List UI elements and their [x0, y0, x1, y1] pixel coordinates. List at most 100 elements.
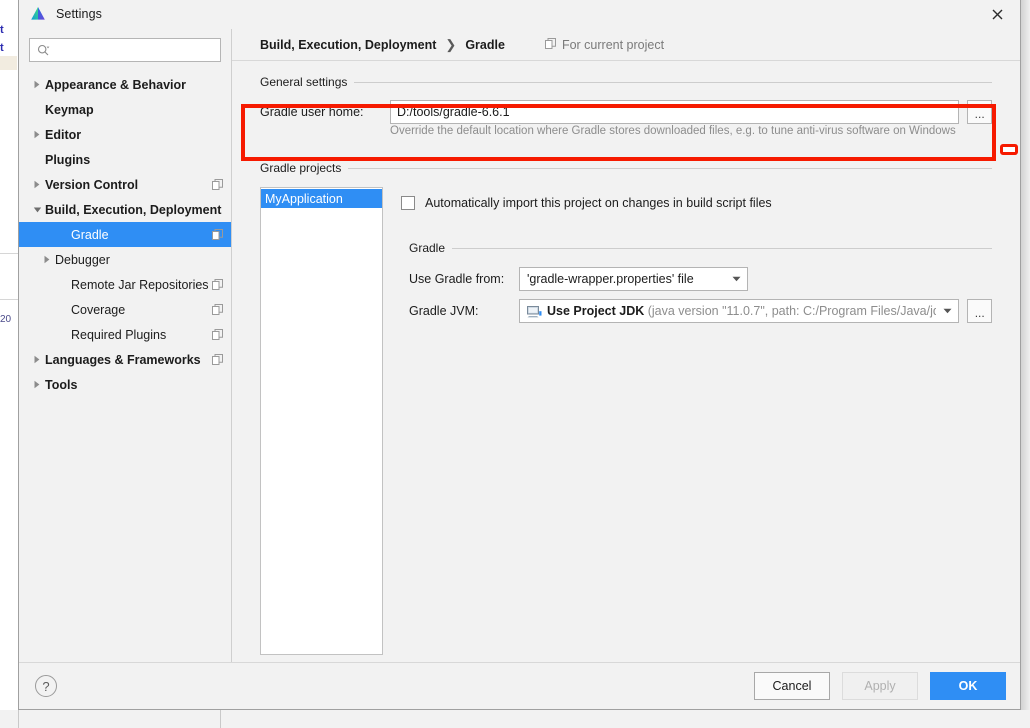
backdrop-bottom-bar: [0, 710, 1030, 728]
general-settings-group: General settings Gradle user home: ... O…: [260, 73, 992, 137]
chevron-right-icon[interactable]: [29, 130, 45, 139]
gradle-sub-group-title: Gradle: [409, 241, 446, 255]
dialog-titlebar: Settings: [19, 0, 1020, 29]
copy-settings-icon: [212, 354, 223, 365]
settings-content: Build, Execution, Deployment ❯ Gradle Fo…: [232, 29, 1020, 662]
sidebar-item-label: Languages & Frameworks: [45, 352, 201, 367]
cancel-button[interactable]: Cancel: [754, 672, 830, 700]
use-gradle-from-value: 'gradle-wrapper.properties' file: [527, 272, 694, 286]
copy-settings-icon: [212, 329, 223, 340]
backdrop-divider: [0, 299, 18, 300]
list-item[interactable]: MyApplication: [261, 189, 382, 208]
sidebar-item-label: Build, Execution, Deployment: [45, 202, 222, 217]
chevron-right-icon[interactable]: [29, 80, 45, 89]
gradle-jvm-row: Gradle JVM: Use Project JDK (java versio…: [401, 295, 992, 327]
group-divider: [452, 247, 992, 249]
sidebar-item-editor[interactable]: Editor: [19, 122, 231, 147]
sidebar-item-label: Keymap: [45, 102, 94, 117]
gradle-project-detail: Automatically import this project on cha…: [401, 187, 992, 655]
use-gradle-from-combobox[interactable]: 'gradle-wrapper.properties' file: [519, 267, 748, 291]
dialog-footer: ? Cancel Apply OK: [19, 662, 1020, 709]
sidebar-item-label: Plugins: [45, 152, 91, 167]
copy-settings-icon: [212, 304, 223, 315]
copy-settings-icon: [212, 229, 223, 240]
gradle-user-home-input[interactable]: [390, 100, 960, 124]
sidebar-item-tools[interactable]: Tools: [19, 372, 231, 397]
sidebar-item-coverage[interactable]: Coverage: [19, 297, 231, 322]
gradle-user-home-hint: Override the default location where Grad…: [390, 125, 956, 137]
breadcrumb: Build, Execution, Deployment ❯ Gradle Fo…: [232, 29, 1020, 61]
gradle-jvm-value: Use Project JDK: [547, 304, 645, 318]
gradle-projects-title: Gradle projects: [260, 161, 342, 175]
sidebar-item-keymap[interactable]: Keymap: [19, 97, 231, 122]
settings-sidebar: Appearance & Behavior Keymap Editor Plugins…: [19, 29, 232, 662]
sidebar-item-label: Version Control: [45, 177, 139, 192]
ok-button[interactable]: OK: [930, 672, 1006, 700]
backdrop-editor-strip: [0, 0, 18, 728]
jdk-icon: [527, 305, 542, 318]
search-container: [19, 29, 231, 70]
sidebar-item-appearance-behavior[interactable]: Appearance & Behavior: [19, 72, 231, 97]
backdrop-bottom-divider: [220, 710, 221, 728]
copy-settings-icon: [212, 179, 223, 190]
chevron-right-icon[interactable]: [29, 380, 45, 389]
backdrop-right-scrollbar[interactable]: [1021, 0, 1030, 728]
sidebar-item-plugins[interactable]: Plugins: [19, 147, 231, 172]
gradle-jvm-browse-button[interactable]: ...: [967, 299, 992, 323]
sidebar-item-label: Coverage: [71, 302, 126, 317]
chevron-right-icon[interactable]: [39, 255, 55, 264]
chevron-right-icon[interactable]: [29, 355, 45, 364]
breadcrumb-part-root[interactable]: Build, Execution, Deployment: [260, 38, 436, 52]
apply-button[interactable]: Apply: [842, 672, 918, 700]
gradle-sub-group-header: Gradle: [401, 239, 992, 257]
search-input[interactable]: [50, 43, 220, 57]
gradle-jvm-value-wrap: Use Project JDK (java version "11.0.7", …: [547, 304, 936, 318]
gradle-projects-area: MyApplication Automatically import this …: [260, 187, 992, 655]
sidebar-item-label: Appearance & Behavior: [45, 77, 187, 92]
sidebar-item-label: Editor: [45, 127, 82, 142]
gradle-user-home-label: Gradle user home:: [260, 105, 364, 119]
chevron-down-icon[interactable]: [29, 206, 45, 214]
sidebar-item-gradle[interactable]: Gradle: [19, 222, 231, 247]
chevron-down-icon: [936, 300, 958, 322]
sidebar-item-build-execution-deployment[interactable]: Build, Execution, Deployment: [19, 197, 231, 222]
sidebar-item-languages-frameworks[interactable]: Languages & Frameworks: [19, 347, 231, 372]
sidebar-item-label: Required Plugins: [71, 327, 167, 342]
gradle-projects-header: Gradle projects: [260, 159, 992, 177]
for-current-project-text: For current project: [561, 37, 665, 52]
copy-settings-icon: [212, 279, 223, 290]
sidebar-item-label: Tools: [45, 377, 78, 392]
sidebar-item-label: Gradle: [71, 227, 109, 242]
gradle-sub-group: Gradle Use Gradle from: 'gradle-wrapper.…: [401, 239, 992, 327]
use-gradle-from-label: Use Gradle from:: [409, 272, 505, 286]
sidebar-item-remote-jar-repositories[interactable]: Remote Jar Repositories: [19, 272, 231, 297]
backdrop-code-fragment: t: [0, 24, 4, 36]
settings-dialog: Settings Appearance & Behavior Keymap Ed…: [18, 0, 1021, 710]
sidebar-item-debugger[interactable]: Debugger: [19, 247, 231, 272]
settings-tree: Appearance & Behavior Keymap Editor Plugins…: [19, 70, 231, 397]
gradle-jvm-combobox[interactable]: Use Project JDK (java version "11.0.7", …: [519, 299, 960, 323]
search-box[interactable]: [29, 38, 221, 62]
android-studio-logo-icon: [29, 5, 47, 23]
gradle-user-home-browse-button[interactable]: ...: [967, 100, 992, 124]
general-settings-header: General settings: [260, 73, 992, 91]
chevron-right-icon[interactable]: [29, 180, 45, 189]
use-gradle-from-row: Use Gradle from: 'gradle-wrapper.propert…: [401, 263, 992, 295]
help-icon[interactable]: ?: [35, 675, 57, 697]
sidebar-item-label: Debugger: [55, 252, 110, 267]
gradle-project-list[interactable]: MyApplication: [260, 187, 383, 655]
auto-import-label: Automatically import this project on cha…: [425, 196, 772, 210]
settings-pane: General settings Gradle user home: ... O…: [232, 61, 1020, 662]
sidebar-item-version-control[interactable]: Version Control: [19, 172, 231, 197]
breadcrumb-part-current: Gradle: [465, 37, 505, 52]
auto-import-checkbox[interactable]: [401, 196, 415, 210]
for-current-project-label[interactable]: For current project: [544, 37, 665, 52]
gradle-user-home-row: Gradle user home: ...: [260, 95, 992, 129]
gradle-projects-group: Gradle projects MyApplication Automatica…: [260, 159, 992, 655]
backdrop-line-number: 20: [0, 314, 12, 325]
close-icon[interactable]: [974, 0, 1020, 29]
backdrop-bottom-divider: [18, 710, 19, 728]
sidebar-item-required-plugins[interactable]: Required Plugins: [19, 322, 231, 347]
breadcrumb-separator: ❯: [445, 36, 457, 52]
dialog-body: Appearance & Behavior Keymap Editor Plugins…: [19, 29, 1020, 662]
